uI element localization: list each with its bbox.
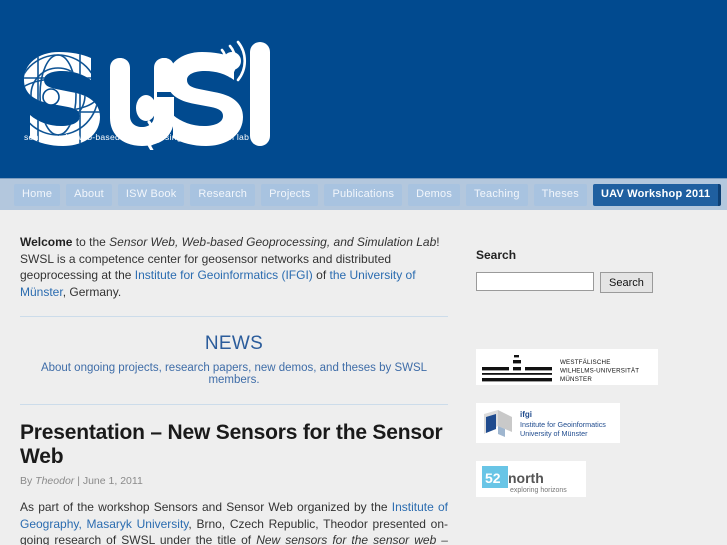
wwu-line-3: MÜNSTER bbox=[560, 376, 592, 382]
site-logo[interactable]: sensor web, web-based geoprocessing & si… bbox=[18, 40, 276, 150]
intro-paragraph: Welcome to the Sensor Web, Web-based Geo… bbox=[20, 234, 448, 300]
search-form: Search bbox=[476, 272, 727, 293]
intro-part4: , Germany. bbox=[62, 284, 122, 299]
wwu-logo-graphic: WESTFÄLISCHE WILHELMS-UNIVERSITÄT MÜNSTE… bbox=[482, 355, 639, 382]
logo-wwu-muenster[interactable]: WESTFÄLISCHE WILHELMS-UNIVERSITÄT MÜNSTE… bbox=[476, 349, 658, 385]
nav-item-research[interactable]: Research bbox=[190, 183, 256, 206]
nav-item-home[interactable]: Home bbox=[14, 183, 61, 206]
ifgi-logo-graphic: ifgi Institute for Geoinformatics Univer… bbox=[484, 410, 606, 438]
logo-ifgi[interactable]: ifgi Institute for Geoinformatics Univer… bbox=[476, 403, 620, 443]
nav-item-uav-workshop-2011[interactable]: UAV Workshop 2011 bbox=[592, 183, 722, 206]
nav-item-about[interactable]: About bbox=[66, 183, 112, 206]
post-body-part1: As part of the workshop Sensors and Sens… bbox=[20, 500, 392, 514]
page-body: Welcome to the Sensor Web, Web-based Geo… bbox=[0, 210, 727, 545]
search-input[interactable] bbox=[476, 272, 594, 291]
search-button[interactable]: Search bbox=[600, 272, 653, 293]
byline-prefix: By bbox=[20, 475, 36, 487]
sidebar-search-heading: Search bbox=[476, 248, 517, 262]
n52-word: north bbox=[508, 470, 544, 486]
intro-part3: of bbox=[312, 268, 330, 282]
intro-part1: to the bbox=[72, 235, 110, 249]
nav-item-teaching[interactable]: Teaching bbox=[466, 183, 528, 206]
nav-item-demos[interactable]: Demos bbox=[408, 183, 461, 206]
logo-52north[interactable]: 52 north exploring horizons bbox=[476, 461, 586, 497]
main-navigation: Home About ISW Book Research Projects Pu… bbox=[0, 178, 727, 210]
post-byline: By Theodor | June 1, 2011 bbox=[20, 475, 448, 487]
link-ifgi[interactable]: Institute for Geoinformatics (IFGI) bbox=[135, 268, 313, 282]
intro-lab-title: Sensor Web, Web-based Geoprocessing, and… bbox=[109, 235, 437, 249]
nav-item-publications[interactable]: Publications bbox=[324, 183, 403, 206]
intro-welcome: Welcome bbox=[20, 235, 73, 249]
sidebar: Search Search WESTFÄLISCHE WILHELMS-UNIV… bbox=[466, 210, 727, 545]
main-content: Welcome to the Sensor Web, Web-based Geo… bbox=[0, 210, 466, 545]
logo-tagline: sensor web, web-based geoprocessing & si… bbox=[24, 132, 249, 142]
news-subtitle: About ongoing projects, research papers,… bbox=[40, 362, 428, 386]
post-date: June 1, 2011 bbox=[82, 475, 143, 487]
post-author[interactable]: Theodor bbox=[35, 475, 74, 487]
n52-number: 52 bbox=[485, 470, 501, 486]
news-heading: NEWS bbox=[204, 333, 264, 354]
ifgi-line-1: Institute for Geoinformatics bbox=[520, 420, 606, 429]
ifgi-name: ifgi bbox=[520, 410, 532, 419]
byline-separator: | bbox=[74, 475, 83, 487]
divider-above-news bbox=[20, 316, 448, 317]
n52-logo-graphic: 52 north exploring horizons bbox=[482, 466, 567, 494]
nav-item-theses[interactable]: Theses bbox=[533, 183, 587, 206]
nav-item-projects[interactable]: Projects bbox=[261, 183, 319, 206]
post-title: Presentation – New Sensors for the Senso… bbox=[20, 421, 443, 468]
n52-tagline: exploring horizons bbox=[510, 487, 567, 494]
wwu-line-1: WESTFÄLISCHE bbox=[560, 359, 611, 366]
site-header: sensor web, web-based geoprocessing & si… bbox=[0, 0, 727, 178]
post-body: As part of the workshop Sensors and Sens… bbox=[20, 499, 448, 545]
ifgi-line-2: University of Münster bbox=[520, 429, 588, 438]
swsl-logo-graphic: sensor web, web-based geoprocessing & si… bbox=[24, 40, 270, 150]
divider-below-news bbox=[20, 404, 448, 405]
wwu-line-2: WILHELMS-UNIVERSITÄT bbox=[560, 368, 639, 375]
nav-item-isw-book[interactable]: ISW Book bbox=[117, 183, 185, 206]
